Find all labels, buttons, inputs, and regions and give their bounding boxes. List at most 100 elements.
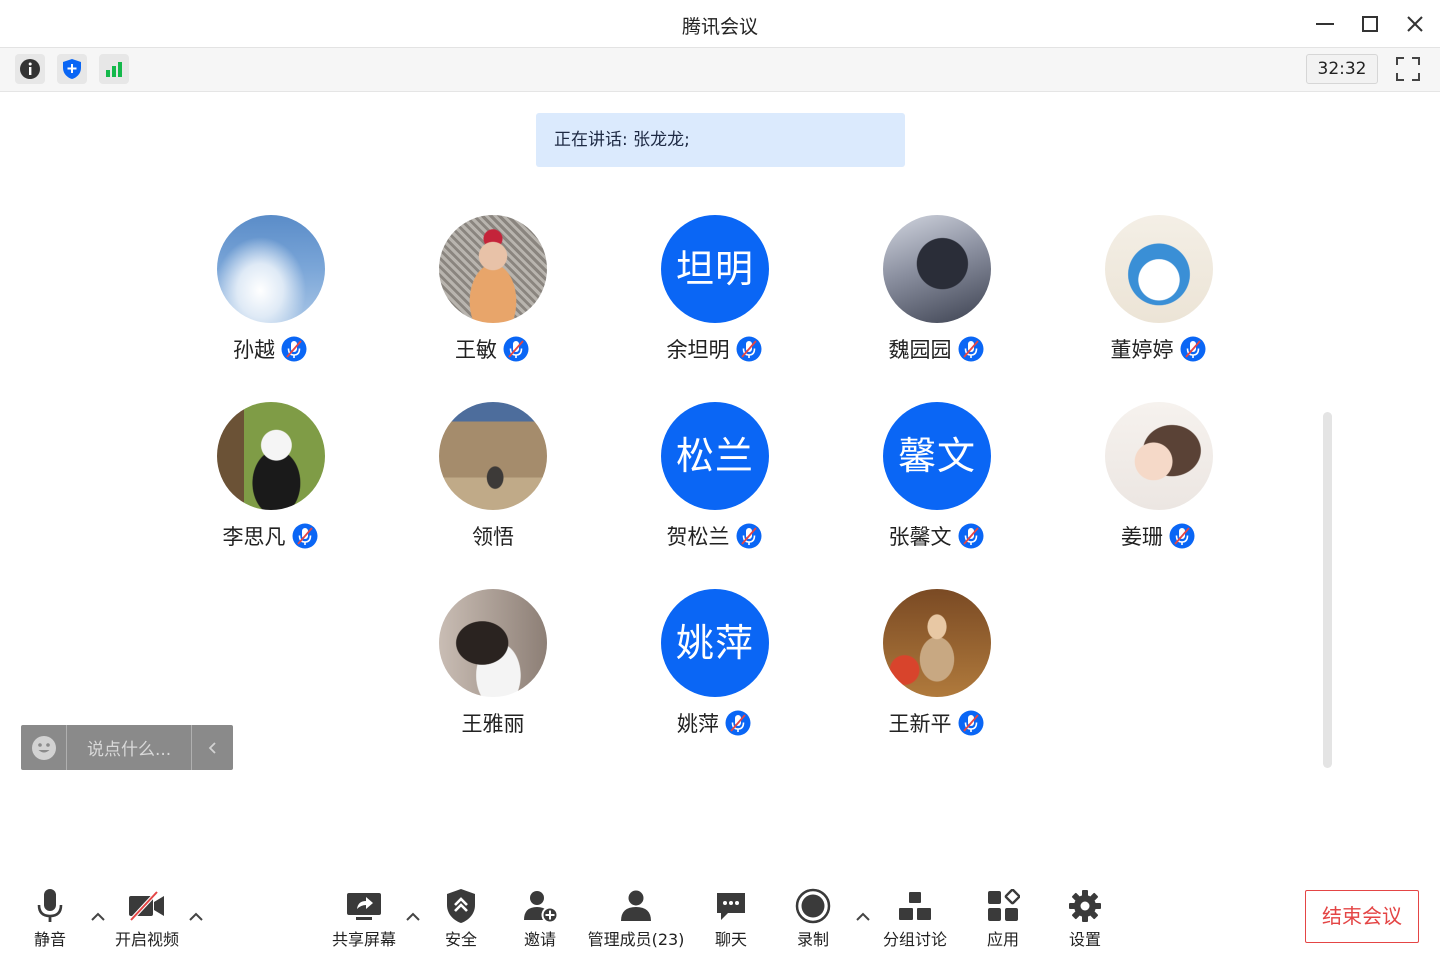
emoji-button[interactable] <box>21 725 67 770</box>
info-bar: 32:32 <box>0 48 1440 92</box>
participant-name-row: 王雅丽 <box>383 707 603 739</box>
participant-name-row: 董婷婷 <box>1049 333 1269 365</box>
avatar-photo <box>883 215 991 323</box>
avatar-photo <box>439 589 547 697</box>
participant-tile[interactable]: 姜珊 <box>1049 402 1269 572</box>
breakout-icon <box>899 892 931 920</box>
start-video-button[interactable]: 开启视频 <box>112 888 182 950</box>
gear-icon <box>1069 890 1101 922</box>
fullscreen-icon <box>1396 57 1420 81</box>
share-options-caret[interactable] <box>405 908 421 922</box>
participant-name-row: 魏园园 <box>827 333 1047 365</box>
avatar: 姚萍 <box>661 589 769 697</box>
video-label: 开启视频 <box>114 930 179 949</box>
network-status-button[interactable] <box>99 54 129 84</box>
participant-name-row: 余坦明 <box>605 333 825 365</box>
collapse-chat-button[interactable] <box>191 725 233 770</box>
muted-mic-icon <box>290 521 320 551</box>
participant-name: 领悟 <box>472 525 514 549</box>
chat-input-field[interactable]: 说点什么... <box>67 735 191 760</box>
security-shield-icon <box>447 889 475 923</box>
chat-icon <box>717 893 745 920</box>
share-screen-button[interactable]: 共享屏幕 <box>330 888 398 950</box>
participant-name: 贺松兰 <box>666 525 730 549</box>
video-off-icon <box>129 890 164 922</box>
video-options-caret[interactable] <box>188 908 204 922</box>
security-label: 安全 <box>444 930 477 949</box>
participant-tile[interactable]: 馨文 张馨文 <box>827 402 1047 572</box>
chat-button[interactable]: 聊天 <box>711 888 751 950</box>
muted-mic-icon <box>723 708 753 738</box>
muted-mic-icon <box>956 334 986 364</box>
security-status-button[interactable] <box>57 54 87 84</box>
emoji-icon <box>31 735 56 760</box>
share-screen-icon <box>347 893 381 920</box>
participant-tile[interactable]: 孙越 <box>161 215 381 385</box>
participant-name-row: 贺松兰 <box>605 520 825 552</box>
participant-tile[interactable]: 领悟 <box>383 402 603 572</box>
meeting-info-button[interactable] <box>15 54 45 84</box>
maximize-button[interactable] <box>1355 10 1385 38</box>
participant-tile[interactable]: 董婷婷 <box>1049 215 1269 385</box>
avatar-photo <box>1105 402 1213 510</box>
end-meeting-button[interactable]: 结束会议 <box>1305 890 1419 943</box>
participant-tile[interactable]: 王雅丽 <box>383 589 603 759</box>
participant-name-row: 李思凡 <box>161 520 381 552</box>
members-icon <box>621 890 651 921</box>
participant-name-row: 领悟 <box>383 520 603 552</box>
record-options-caret[interactable] <box>855 908 871 922</box>
breakout-rooms-button[interactable]: 分组讨论 <box>881 888 949 950</box>
members-label: 管理成员(23) <box>587 930 685 949</box>
muted-mic-icon <box>279 334 309 364</box>
participant-name: 余坦明 <box>666 338 730 362</box>
mute-button[interactable]: 静音 <box>30 888 70 950</box>
settings-button[interactable]: 设置 <box>1065 888 1105 950</box>
mute-options-caret[interactable] <box>90 908 106 922</box>
participant-tile[interactable]: 松兰贺松兰 <box>605 402 825 572</box>
participant-tile[interactable]: 李思凡 <box>161 402 381 572</box>
participant-tile[interactable]: 坦明余坦明 <box>605 215 825 385</box>
record-button[interactable]: 录制 <box>793 888 833 950</box>
avatar-photo <box>439 402 547 510</box>
participant-name: 李思凡 <box>222 525 286 549</box>
chevron-up-icon <box>406 912 420 921</box>
security-button[interactable]: 安全 <box>441 888 481 950</box>
window-title: 腾讯会议 <box>681 16 758 38</box>
avatar-photo <box>217 215 325 323</box>
fullscreen-button[interactable] <box>1393 54 1423 84</box>
bottom-toolbar: 静音 开启视频 共享屏幕 安全 邀请 管理成员(23) 聊天 录制 分组讨论 应… <box>0 876 1440 960</box>
participant-tile[interactable]: 魏园园 <box>827 215 1047 385</box>
settings-label: 设置 <box>1068 930 1101 949</box>
apps-button[interactable]: 应用 <box>983 888 1023 950</box>
close-button[interactable] <box>1400 10 1430 38</box>
manage-members-button[interactable]: 管理成员(23) <box>588 888 684 950</box>
apps-icon <box>988 889 1020 921</box>
avatar: 松兰 <box>661 402 769 510</box>
invite-button[interactable]: 邀请 <box>520 888 560 950</box>
participant-name: 孙越 <box>233 338 275 362</box>
participant-tile[interactable]: 王敏 <box>383 215 603 385</box>
muted-mic-icon <box>956 708 986 738</box>
share-label: 共享屏幕 <box>331 930 396 949</box>
microphone-icon <box>37 889 63 922</box>
participant-tile[interactable]: 王新平 <box>827 589 1047 759</box>
chevron-left-icon <box>208 741 216 754</box>
participant-name: 王新平 <box>888 712 952 736</box>
participant-name: 王雅丽 <box>461 712 525 736</box>
scrollbar[interactable] <box>1323 412 1332 768</box>
participant-name-row: 王新平 <box>827 707 1047 739</box>
avatar: 坦明 <box>661 215 769 323</box>
participant-name: 姜珊 <box>1121 525 1163 549</box>
add-user-icon <box>524 891 559 924</box>
avatar-photo <box>217 402 325 510</box>
minimize-button[interactable] <box>1310 10 1340 38</box>
record-label: 录制 <box>796 930 829 949</box>
avatar-photo <box>439 215 547 323</box>
chat-input-bar[interactable]: 说点什么... <box>21 725 233 770</box>
participant-tile[interactable]: 姚萍 姚萍 <box>605 589 825 759</box>
participant-name: 姚萍 <box>677 712 719 736</box>
muted-mic-icon <box>734 521 764 551</box>
shield-icon <box>63 59 81 79</box>
record-icon <box>795 888 831 924</box>
apps-label: 应用 <box>986 930 1019 949</box>
